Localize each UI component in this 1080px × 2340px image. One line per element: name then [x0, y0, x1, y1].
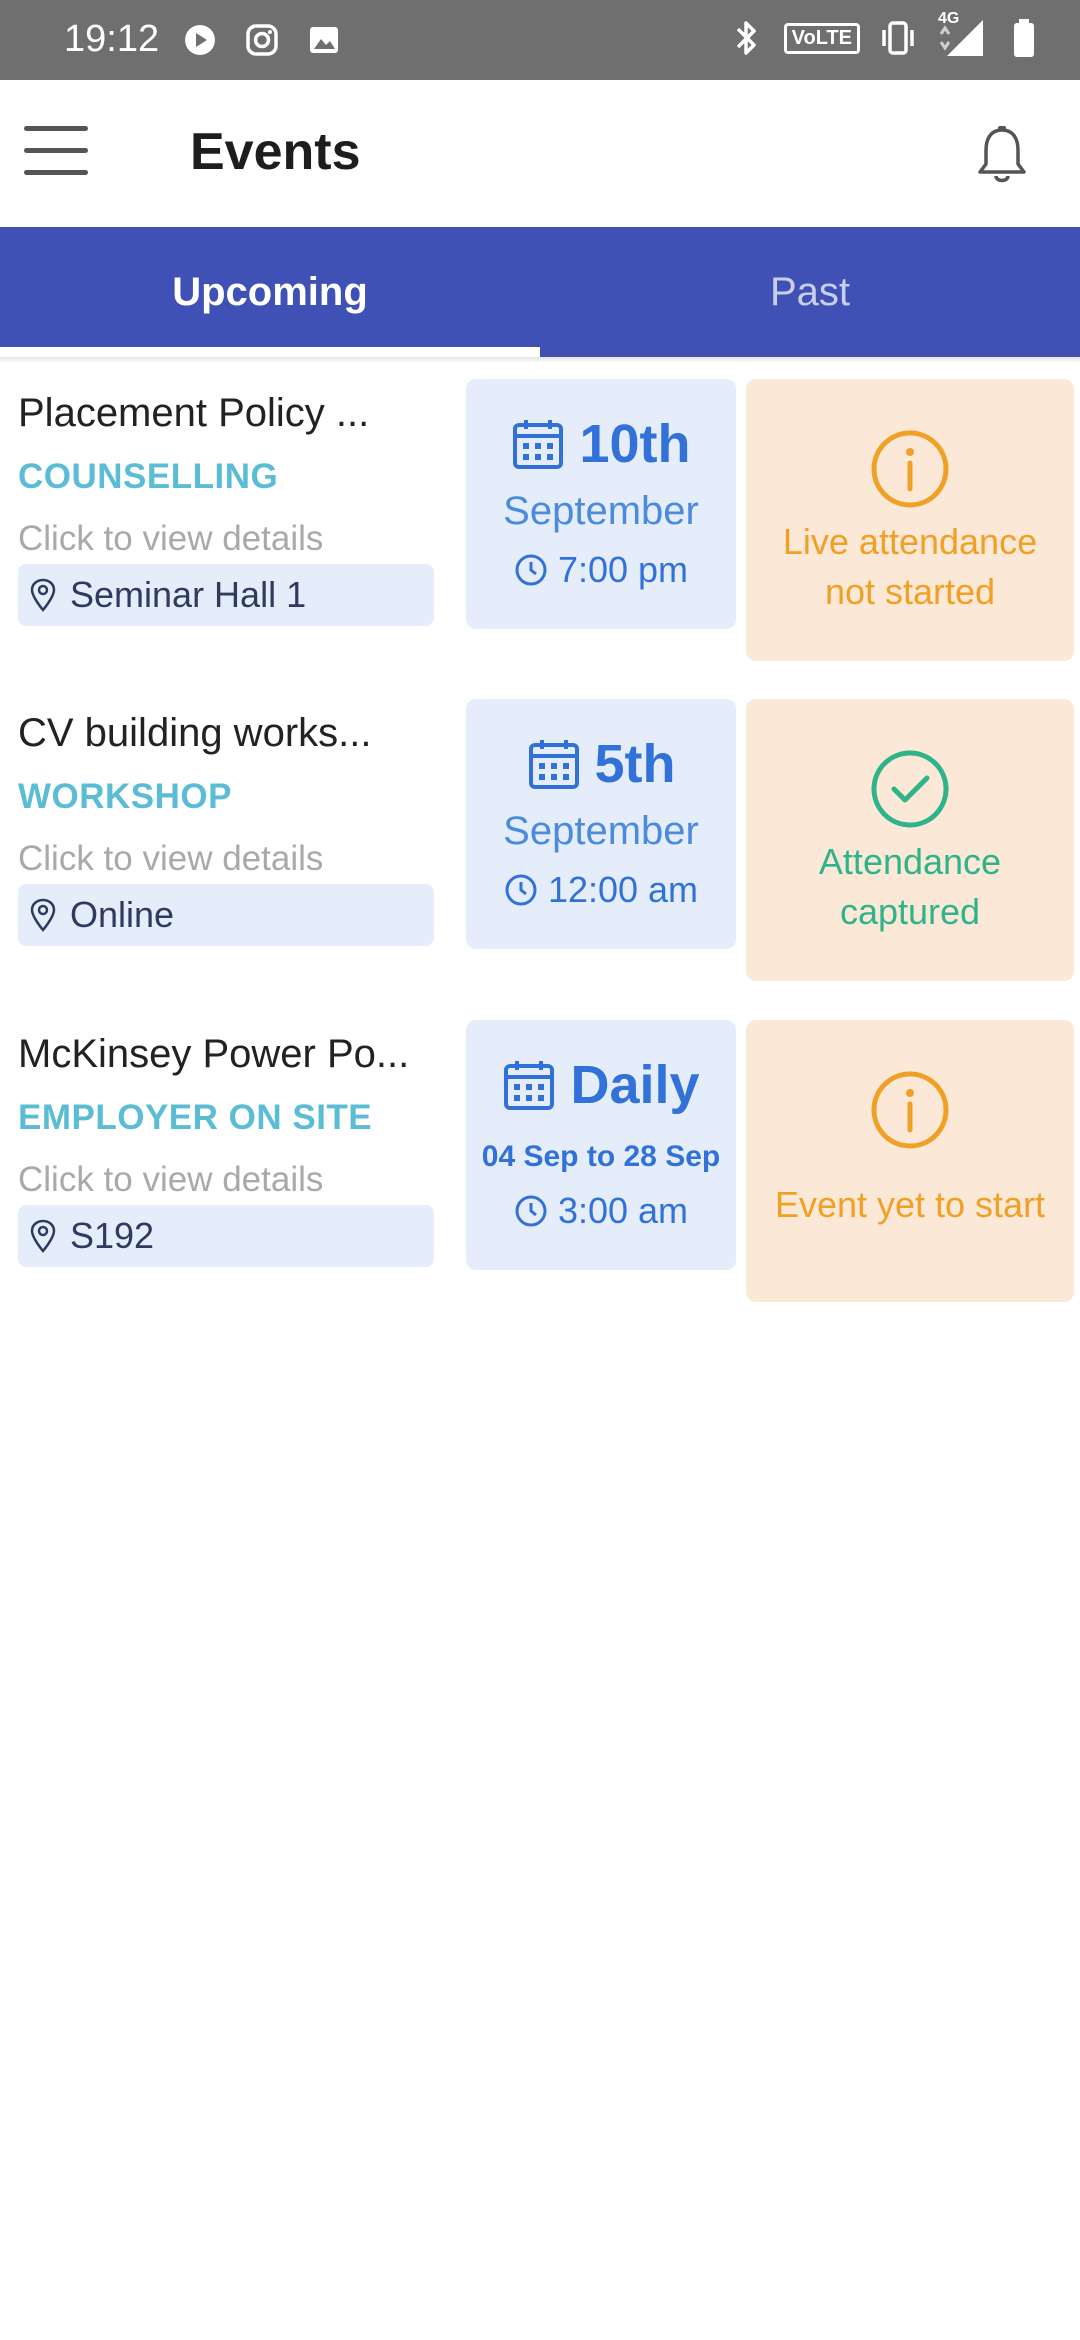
event-date-main: 5th [594, 734, 676, 794]
page-title: Events [190, 123, 361, 181]
event-card[interactable]: CV building works... WORKSHOP Click to v… [0, 699, 1080, 989]
event-time: 3:00 am [557, 1190, 689, 1231]
event-status-text: Live attendance not started [782, 521, 1038, 612]
tab-past[interactable]: Past [540, 227, 1080, 357]
hamburger-menu-icon[interactable] [24, 126, 88, 182]
calendar-icon [513, 420, 564, 469]
event-time: 7:00 pm [557, 549, 689, 590]
event-location-text: Online [70, 894, 175, 935]
app-bar: Events [0, 80, 1080, 227]
instagram-icon [242, 20, 282, 60]
status-right-icons: VoLTE 4G [726, 10, 1044, 58]
event-card[interactable]: McKinsey Power Po... EMPLOYER ON SITE Cl… [0, 1020, 1080, 1310]
location-pin-icon [30, 898, 56, 932]
event-category: WORKSHOP [18, 777, 232, 816]
vibrate-icon [878, 18, 918, 58]
calendar-icon [504, 1061, 555, 1110]
signal-icon: 4G [936, 10, 986, 58]
event-date-sub: September [503, 809, 699, 853]
battery-icon [1004, 18, 1044, 58]
event-category: EMPLOYER ON SITE [18, 1098, 373, 1137]
event-status-box: Attendance captured [746, 699, 1074, 981]
event-location-text: S192 [70, 1215, 155, 1256]
event-status-text: Attendance captured [818, 841, 1002, 932]
event-date-sub: September [503, 489, 699, 533]
event-date-main: 10th [579, 414, 691, 474]
event-status-box: Live attendance not started [746, 379, 1074, 661]
location-pin-icon [30, 1219, 56, 1253]
status-time: 19:12 [64, 18, 160, 60]
event-date-main: Daily [570, 1055, 700, 1115]
clock-icon [515, 1195, 547, 1227]
event-details-hint[interactable]: Click to view details [18, 839, 323, 879]
event-location: Seminar Hall 1 [18, 564, 434, 626]
event-date-box: 10th September 7:00 pm [466, 379, 736, 629]
event-location: Online [18, 884, 434, 946]
event-location-text: Seminar Hall 1 [70, 574, 307, 615]
info-icon [871, 1071, 949, 1149]
event-category: COUNSELLING [18, 457, 279, 496]
bluetooth-icon [726, 18, 766, 58]
event-title: CV building works... [18, 711, 372, 755]
event-date-box: 5th September 12:00 am [466, 699, 736, 949]
play-icon [180, 20, 220, 60]
event-title: Placement Policy ... [18, 391, 370, 435]
bell-icon[interactable] [972, 124, 1032, 188]
status-left-icons [180, 20, 344, 60]
volte-icon: VoLTE [783, 22, 860, 54]
clock-icon [505, 874, 537, 906]
image-icon [304, 20, 344, 60]
tab-bar: Upcoming Past [0, 227, 1080, 357]
status-bar: 19:12 VoLTE 4G [0, 0, 1080, 80]
location-pin-icon [30, 578, 56, 612]
info-icon [871, 430, 949, 508]
clock-icon [515, 554, 547, 586]
event-card[interactable]: Placement Policy ... COUNSELLING Click t… [0, 379, 1080, 669]
tab-upcoming[interactable]: Upcoming [0, 227, 540, 357]
event-location: S192 [18, 1205, 434, 1267]
check-circle-icon [871, 750, 949, 828]
network-type-label: 4G [938, 10, 960, 27]
event-time: 12:00 am [547, 869, 699, 910]
event-title: McKinsey Power Po... [18, 1032, 410, 1076]
event-date-sub: 04 Sep to 28 Sep [481, 1140, 721, 1173]
tab-bar-shadow [0, 357, 1080, 363]
event-date-box: Daily 04 Sep to 28 Sep 3:00 am [466, 1020, 736, 1270]
calendar-icon [528, 740, 579, 789]
event-status-box: Event yet to start [746, 1020, 1074, 1302]
event-details-hint[interactable]: Click to view details [18, 519, 323, 559]
event-details-hint[interactable]: Click to view details [18, 1160, 323, 1200]
event-status-text: Event yet to start [774, 1184, 1046, 1225]
